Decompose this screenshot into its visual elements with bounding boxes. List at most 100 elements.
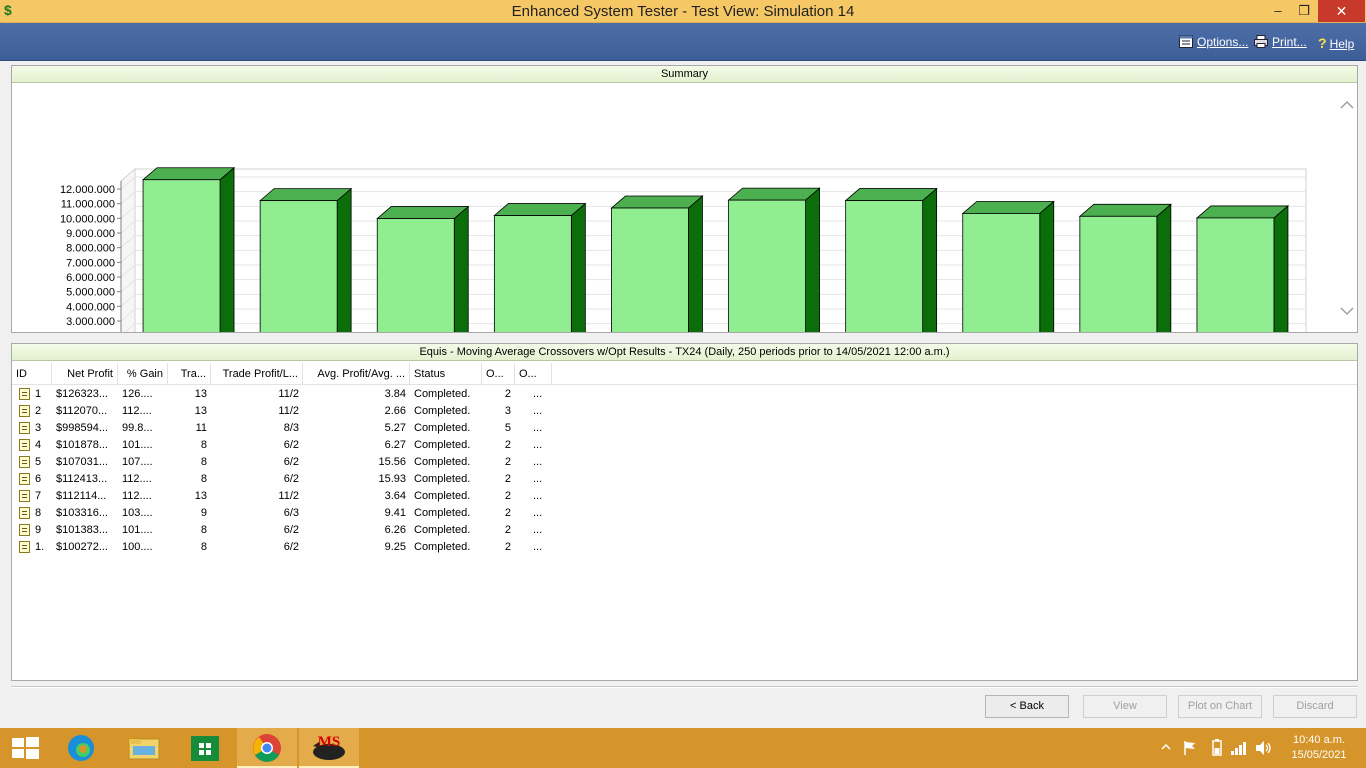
- help-label: Help: [1329, 37, 1355, 51]
- cell-avg: 15.93: [378, 473, 406, 485]
- bar-side: [336, 187, 352, 332]
- table-row[interactable]: 2 $112070... 112.... 13 11/2 2.66 Completed. 3.…: [12, 403, 572, 420]
- options-button[interactable]: Options...: [1179, 35, 1248, 49]
- y-tick-label: 4.000.000: [66, 301, 115, 313]
- clock-date: 15/05/2021: [1291, 749, 1347, 761]
- bar-side: [805, 187, 820, 332]
- scroll-down-icon[interactable]: [1340, 307, 1354, 316]
- print-button[interactable]: Print...: [1254, 35, 1307, 49]
- cell-avg: 15.56: [378, 456, 406, 468]
- cell-gain: 100....: [122, 541, 153, 553]
- cell-o1: 2: [504, 456, 511, 468]
- chrome-taskbar-button[interactable]: [237, 728, 297, 768]
- restore-button[interactable]: ❐: [1290, 0, 1318, 22]
- battery-icon[interactable]: [1211, 739, 1223, 757]
- chevron-up-icon[interactable]: [1160, 741, 1172, 753]
- discard-button[interactable]: Discard: [1273, 695, 1357, 718]
- summary-chart: 01.000.0002.000.0003.000.0004.000.0005.0…: [60, 100, 1354, 332]
- column-header[interactable]: ID: [12, 363, 52, 385]
- cell-o2: ...: [533, 439, 543, 451]
- cell-o2: ...: [533, 524, 543, 536]
- cell-avg: 6.26: [384, 524, 406, 536]
- plot-on-chart-button[interactable]: Plot on Chart: [1178, 695, 1262, 718]
- bar: [142, 179, 221, 332]
- y-tick-label: 7.000.000: [66, 257, 115, 269]
- y-tick-label: 11.000.000: [61, 199, 115, 211]
- volume-icon[interactable]: [1255, 740, 1273, 756]
- cell-status: Completed.: [414, 388, 471, 400]
- cell-trades: 8: [200, 524, 207, 536]
- cell-status: Completed.: [414, 473, 471, 485]
- cell-net: $126323...: [56, 388, 108, 400]
- scroll-up-icon[interactable]: [1340, 100, 1354, 109]
- cell-net: $101878...: [56, 439, 108, 451]
- cell-avg: 9.25: [384, 541, 406, 553]
- bar-side: [1039, 200, 1055, 332]
- cell-gain: 112....: [122, 490, 152, 502]
- table-row[interactable]: 4 $101878... 101.... 8 6/2 6.27 Completed. 2...: [12, 437, 572, 454]
- table-row[interactable]: 1 $126323... 126.... 13 11/2 3.84 Completed. 2.…: [12, 386, 572, 403]
- table-row[interactable]: 3 $998594... 99.8... 11 8/3 5.27 Completed. 5..…: [12, 420, 572, 437]
- metastock-logo-text: MS: [318, 734, 341, 750]
- cell-id: 9: [35, 524, 42, 536]
- cell-status: Completed.: [414, 405, 471, 417]
- windows-start-button[interactable]: [0, 728, 60, 768]
- bar: [611, 207, 689, 332]
- bar-side: [1156, 203, 1172, 332]
- minimize-button[interactable]: –: [1264, 0, 1292, 22]
- column-header[interactable]: Trade Profit/L...: [211, 363, 303, 385]
- result-row-icon: [19, 456, 30, 468]
- close-button[interactable]: ✕: [1318, 0, 1365, 22]
- cell-id: 5: [35, 456, 42, 468]
- separator: [11, 686, 1358, 688]
- bar-top: [1195, 205, 1290, 219]
- cell-net: $101383...: [56, 524, 108, 536]
- view-button[interactable]: View: [1083, 695, 1167, 718]
- y-tick-label: 12.000.000: [60, 184, 115, 196]
- bar: [1079, 215, 1158, 332]
- cell-trades: 8: [200, 456, 207, 468]
- flag-icon[interactable]: [1182, 740, 1198, 756]
- column-header[interactable]: % Gain: [118, 363, 168, 385]
- store-taskbar-button[interactable]: [175, 728, 235, 768]
- bar: [259, 200, 338, 332]
- metastock-taskbar-button[interactable]: MS: [299, 728, 359, 768]
- signal-icon[interactable]: [1230, 740, 1248, 756]
- cell-o1: 3: [504, 405, 511, 417]
- column-header[interactable]: O...: [482, 363, 515, 385]
- cell-id: 7: [35, 490, 42, 502]
- cell-gain: 112....: [122, 405, 152, 417]
- cell-tpl: 11/2: [278, 405, 299, 417]
- help-icon: ?: [1318, 35, 1327, 51]
- cell-gain: 107....: [122, 456, 153, 468]
- cell-id: 8: [35, 507, 42, 519]
- column-header[interactable]: Net Profit: [52, 363, 118, 385]
- result-row-icon: [19, 422, 30, 434]
- bar-top: [493, 203, 587, 216]
- column-header[interactable]: Status: [410, 363, 482, 385]
- table-row[interactable]: 5 $107031... 107.... 8 6/2 15.56 Completed. 2..…: [12, 454, 572, 471]
- clock[interactable]: 10:40 a.m. 15/05/2021: [1280, 733, 1358, 763]
- options-label: Options...: [1197, 35, 1249, 49]
- table-row[interactable]: 8 $103316... 103.... 9 6/3 9.41 Completed. 2...: [12, 505, 572, 522]
- cell-id: 1: [35, 388, 42, 400]
- back-button[interactable]: < Back: [985, 695, 1069, 718]
- file-explorer-taskbar-button[interactable]: [114, 728, 174, 768]
- result-row-icon: [19, 524, 30, 536]
- column-header[interactable]: Avg. Profit/Avg. ...: [303, 363, 410, 385]
- edge-taskbar-button[interactable]: [52, 728, 112, 768]
- column-header[interactable]: Tra...: [168, 363, 211, 385]
- table-row[interactable]: 6 $112413... 112.... 8 6/2 15.93 Completed. 2..…: [12, 471, 572, 488]
- cell-o2: ...: [533, 405, 543, 417]
- cell-o2: ...: [533, 473, 543, 485]
- cell-gain: 126....: [122, 388, 153, 400]
- table-row[interactable]: 9 $101383... 101.... 8 6/2 6.26 Completed. 2...: [12, 522, 572, 539]
- column-header[interactable]: O...: [515, 363, 552, 385]
- table-row[interactable]: 7 $112114... 112.... 13 11/2 3.64 Completed. 2.…: [12, 488, 572, 505]
- cell-net: $107031...: [56, 456, 108, 468]
- help-button[interactable]: ? Help: [1318, 35, 1354, 51]
- result-row-icon: [19, 405, 30, 417]
- options-icon: [1179, 35, 1193, 48]
- table-row[interactable]: 1. $100272... 100.... 8 6/2 9.25 Completed. 2..…: [12, 539, 572, 556]
- bar-side: [1273, 205, 1289, 332]
